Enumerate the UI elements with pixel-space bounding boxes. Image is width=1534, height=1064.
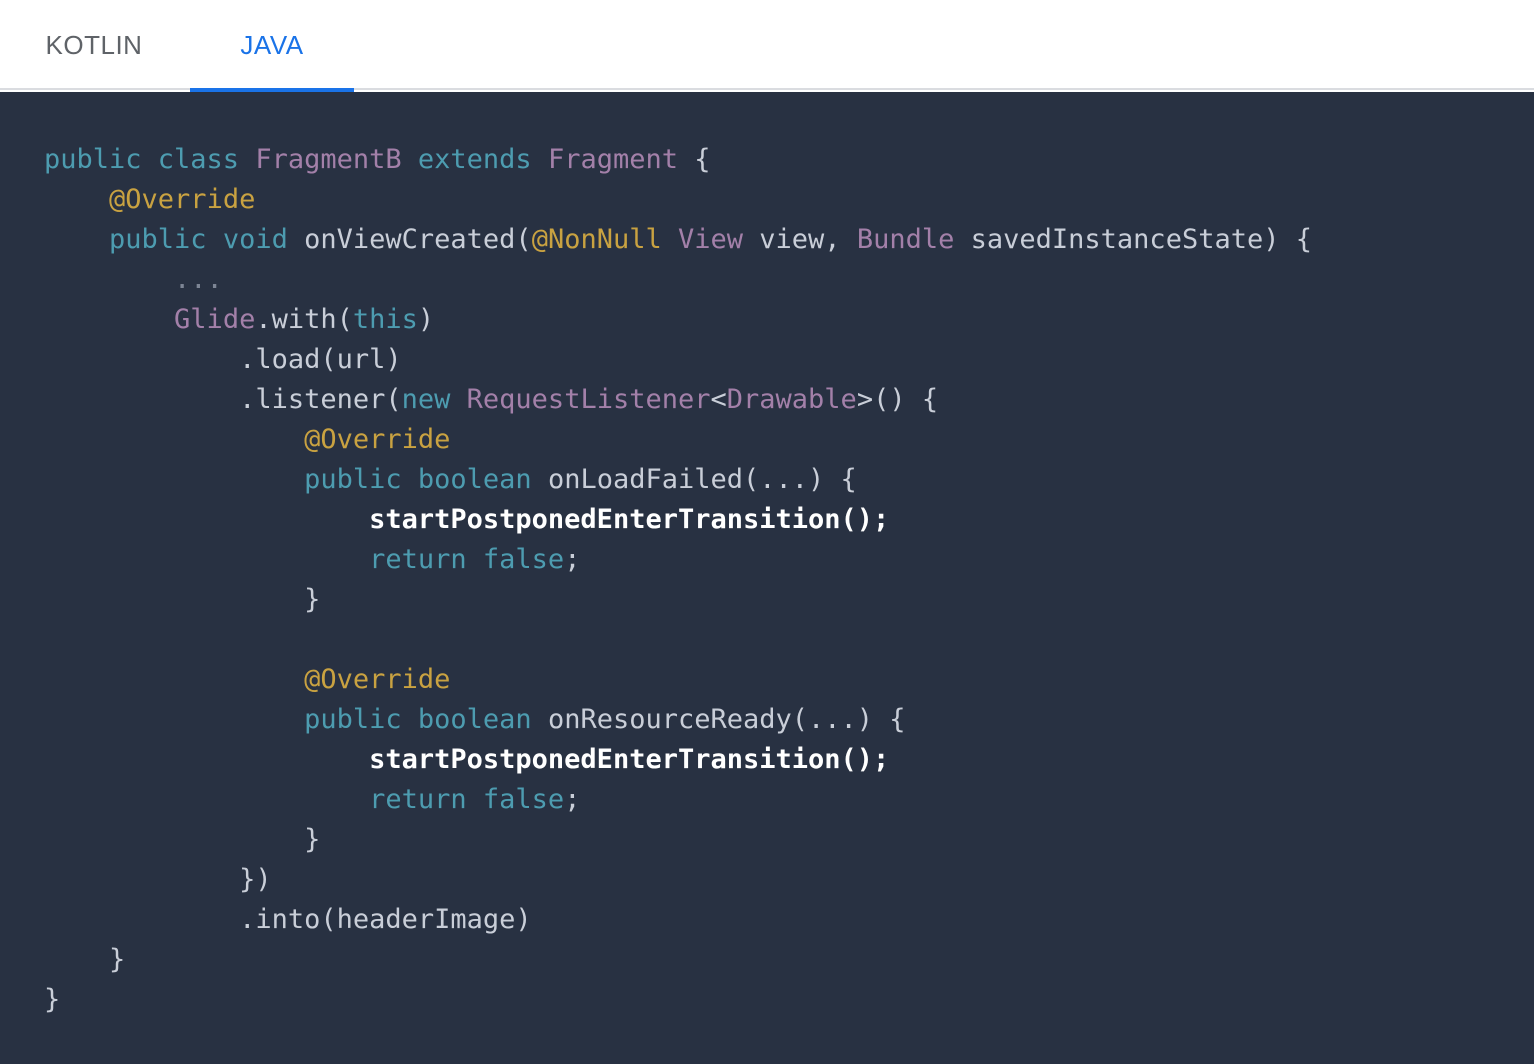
code-line: @Override [44, 660, 1312, 700]
code-token: Fragment [547, 144, 695, 175]
code-line: @Override [44, 420, 1312, 460]
code-text[interactable]: public class FragmentB extends Fragment … [44, 140, 1312, 1020]
code-line: Glide.with(this) [44, 300, 1312, 340]
code-line: } [44, 940, 1312, 980]
code-token: } [44, 824, 321, 855]
code-token: return false [369, 544, 565, 575]
code-token: }) [44, 864, 272, 895]
code-line: @Override [44, 180, 1312, 220]
code-line: .listener(new RequestListener<Drawable>(… [44, 380, 1312, 420]
code-token: public void [109, 224, 305, 255]
code-line: } [44, 580, 1312, 620]
code-line: } [44, 820, 1312, 860]
code-line: }) [44, 860, 1312, 900]
code-token: startPostponedEnterTransition(); [369, 744, 890, 775]
code-token: ) [417, 304, 435, 335]
code-token: new [401, 384, 467, 415]
tab-kotlin[interactable]: KOTLIN [0, 0, 188, 90]
code-token: public boolean [304, 464, 548, 495]
code-token: < [710, 384, 727, 415]
code-token: Drawable [726, 384, 857, 415]
code-token: } [44, 944, 126, 975]
code-token: this [352, 304, 418, 335]
code-token: onViewCreated( [304, 224, 532, 255]
code-line: public class FragmentB extends Fragment … [44, 140, 1312, 180]
code-token: ; [564, 544, 581, 575]
code-token: .listener( [44, 384, 402, 415]
code-token: view, [759, 224, 857, 255]
code-token: >() { [856, 384, 939, 415]
code-token: .into(headerImage) [44, 904, 532, 935]
code-token: FragmentB [255, 144, 418, 175]
code-token: } [44, 584, 321, 615]
code-line: startPostponedEnterTransition(); [44, 740, 1312, 780]
code-token: { [694, 144, 711, 175]
code-token: } [44, 984, 61, 1015]
code-line: return false; [44, 780, 1312, 820]
code-token: @Override [304, 664, 451, 695]
code-token: Bundle [856, 224, 971, 255]
code-token: .load(url) [44, 344, 402, 375]
code-line: public boolean onResourceReady(...) { [44, 700, 1312, 740]
code-line: public void onViewCreated(@NonNull View … [44, 220, 1312, 260]
code-line: ... [44, 260, 1312, 300]
code-line: } [44, 980, 1312, 1020]
code-token: .with( [255, 304, 353, 335]
code-block: public class FragmentB extends Fragment … [0, 92, 1534, 1064]
tab-java[interactable]: JAVA [190, 0, 354, 92]
code-token: @Override [304, 424, 451, 455]
code-token: ; [564, 784, 581, 815]
code-token: View [678, 224, 760, 255]
code-token: @Override [109, 184, 256, 215]
code-line: public boolean onLoadFailed(...) { [44, 460, 1312, 500]
code-token: startPostponedEnterTransition(); [369, 504, 890, 535]
tab-java-label: JAVA [240, 30, 304, 60]
code-token: onLoadFailed(...) { [547, 464, 857, 495]
code-token: public boolean [304, 704, 548, 735]
code-token: ... [44, 264, 223, 295]
code-token: @NonNull [531, 224, 678, 255]
code-token: RequestListener [466, 384, 711, 415]
code-token: return false [369, 784, 565, 815]
code-line: .into(headerImage) [44, 900, 1312, 940]
code-token: savedInstanceState) { [970, 224, 1312, 255]
code-line: .load(url) [44, 340, 1312, 380]
code-token: extends [417, 144, 548, 175]
language-tab-bar: KOTLIN JAVA [0, 0, 1534, 92]
code-line: startPostponedEnterTransition(); [44, 500, 1312, 540]
code-line: return false; [44, 540, 1312, 580]
code-token: onResourceReady(...) { [547, 704, 906, 735]
code-token: public class [44, 144, 256, 175]
code-token: Glide [174, 304, 256, 335]
